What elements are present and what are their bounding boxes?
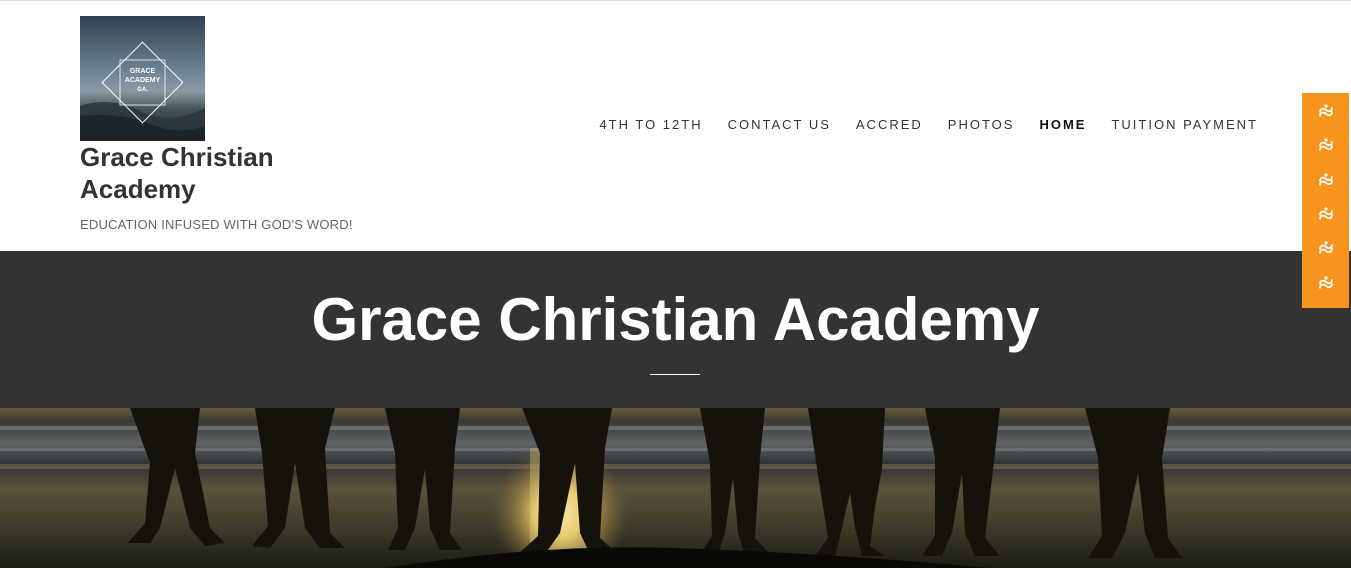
main-navigation: 4TH TO 12TH CONTACT US ACCRED PHOTOS HOM… [599,117,1258,132]
site-header: GRACE ACADEMY GA. Grace Christian Academ… [0,1,1351,251]
share-icon[interactable] [1316,274,1336,294]
nav-item-accred[interactable]: ACCRED [856,117,923,132]
page-title-banner: Grace Christian Academy [0,251,1351,408]
share-icon[interactable] [1316,102,1336,122]
share-icon[interactable] [1316,239,1336,259]
share-icon[interactable] [1316,171,1336,191]
beach-silhouettes-image [0,408,1351,568]
logo-image: GRACE ACADEMY GA. [80,16,205,141]
page-title: Grace Christian Academy [311,286,1040,353]
logo-text-line-1: GRACE [130,68,156,75]
nav-item-photos[interactable]: PHOTOS [948,117,1015,132]
share-icon[interactable] [1316,136,1336,156]
site-tagline: EDUCATION INFUSED WITH GOD'S WORD! [80,217,353,232]
logo-text-line-2: ACADEMY [125,77,161,84]
share-icon[interactable] [1316,205,1336,225]
social-share-bar [1302,93,1349,308]
nav-item-contact-us[interactable]: CONTACT US [728,117,831,132]
page: GRACE ACADEMY GA. Grace Christian Academ… [0,0,1351,568]
site-logo[interactable]: GRACE ACADEMY GA. [80,16,205,141]
hero-image [0,408,1351,568]
title-divider [650,374,700,375]
logo-text-line-3: GA. [137,87,148,93]
nav-item-tuition-payment[interactable]: TUITION PAYMENT [1111,117,1258,132]
nav-item-4th-to-12th[interactable]: 4TH TO 12TH [599,117,702,132]
site-title[interactable]: Grace Christian Academy [80,141,340,205]
nav-item-home[interactable]: HOME [1039,117,1086,132]
